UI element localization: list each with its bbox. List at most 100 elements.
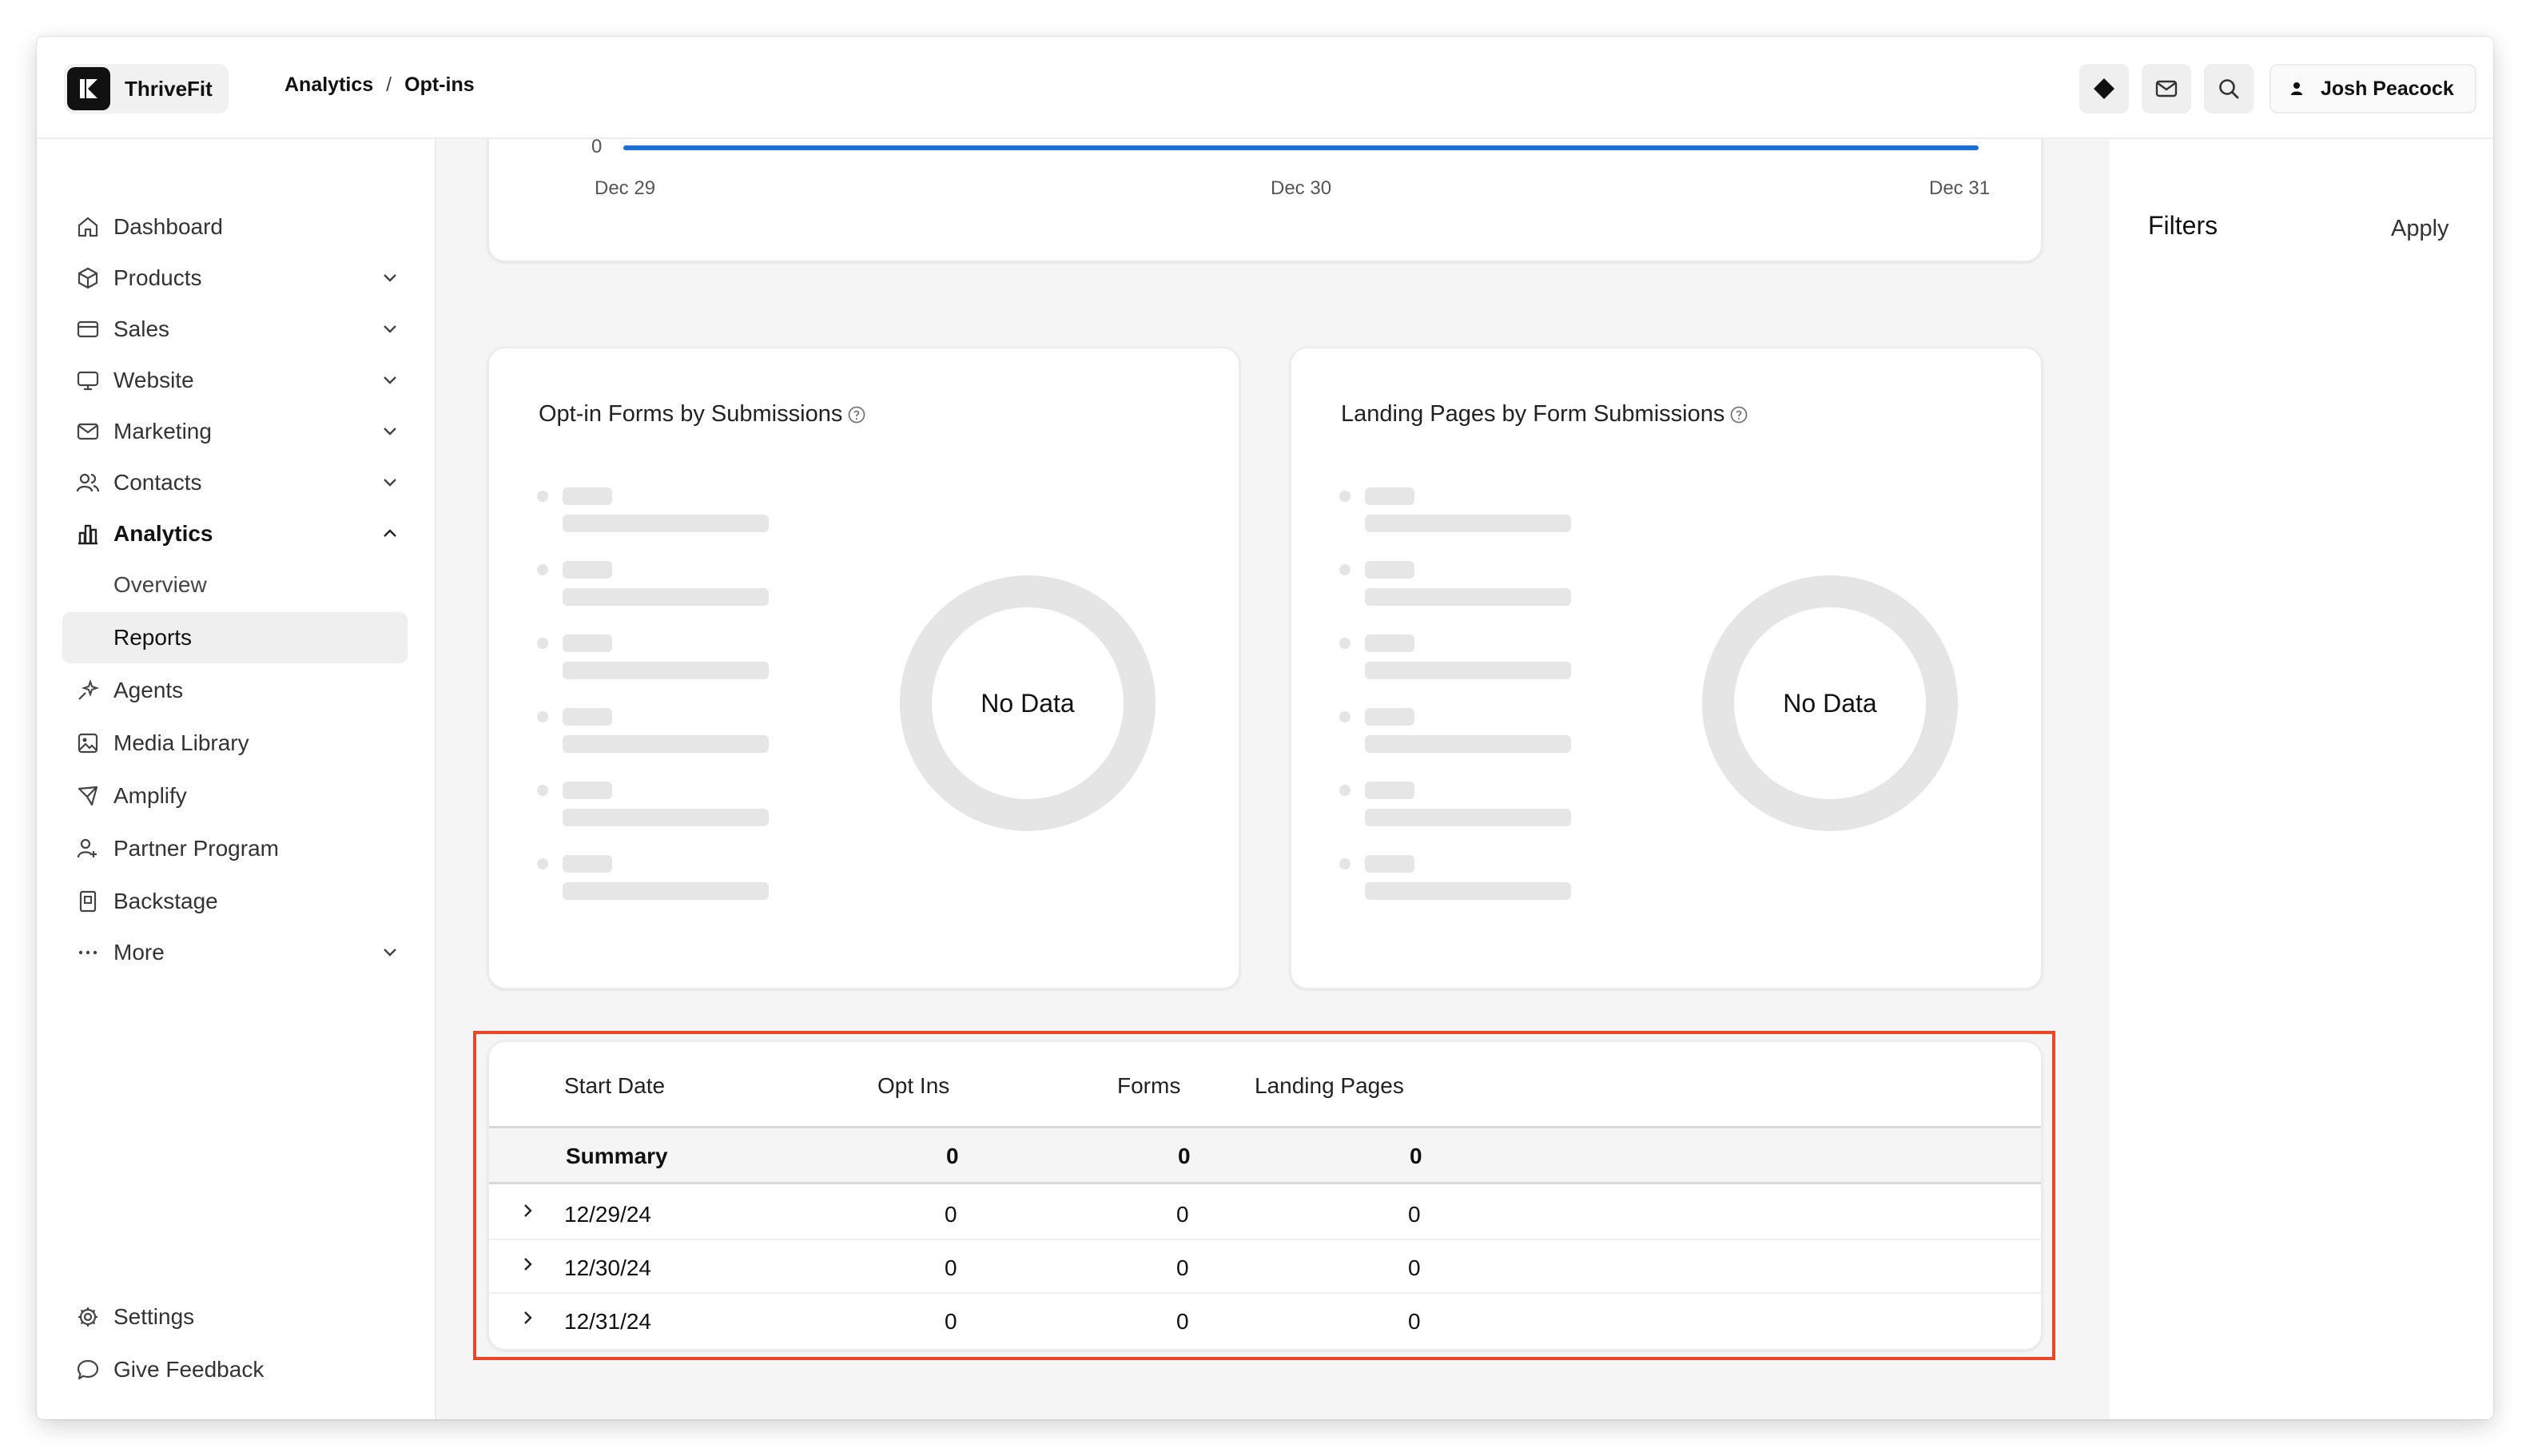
- sidebar-item-amplify[interactable]: Amplify: [62, 770, 408, 821]
- column-header-landing-pages[interactable]: Landing Pages: [1255, 1072, 1404, 1100]
- sidebar-item-label: Dashboard: [113, 214, 223, 239]
- row-start-date: 12/29/24: [564, 1202, 651, 1227]
- chevron-down-icon: [384, 479, 396, 487]
- sidebar-item-label: Website: [113, 368, 194, 392]
- breadcrumb-section[interactable]: Analytics: [284, 74, 373, 97]
- summary-opt-ins: 0: [946, 1144, 959, 1168]
- card-title: Landing Pages by Form Submissions: [1341, 401, 1748, 428]
- sidebar-item-sales[interactable]: Sales: [62, 304, 408, 355]
- user-plus-icon: [74, 834, 102, 863]
- sidebar-item-label: Contacts: [113, 470, 202, 495]
- sidebar-item-marketing[interactable]: Marketing: [62, 406, 408, 457]
- table-row[interactable]: 12/29/24 0 0 0: [489, 1187, 2041, 1240]
- user-menu-button[interactable]: Josh Peacock: [2269, 64, 2476, 113]
- chevron-right-icon[interactable]: [518, 1201, 537, 1220]
- card-title-text: Landing Pages by Form Submissions: [1341, 401, 1725, 427]
- table-summary-row: Summary 0 0 0: [489, 1128, 2041, 1184]
- opt-ins-line-chart: 0 Dec 29 Dec 30 Dec 31: [487, 139, 2043, 262]
- sidebar-item-more[interactable]: More: [62, 927, 408, 978]
- brand-switcher[interactable]: ThriveFit: [64, 64, 229, 113]
- card-title: Opt-in Forms by Submissions: [539, 401, 866, 428]
- chevron-down-icon: [384, 274, 396, 282]
- users-icon: [74, 468, 102, 497]
- apply-filters-button[interactable]: Apply: [2391, 216, 2449, 242]
- chevron-right-icon[interactable]: [518, 1308, 537, 1327]
- row-landing-pages: 0: [1408, 1255, 1421, 1280]
- inbox-button[interactable]: [2142, 64, 2191, 113]
- sidebar-item-contacts[interactable]: Contacts: [62, 457, 408, 508]
- sidebar-item-give-feedback[interactable]: Give Feedback: [62, 1344, 408, 1395]
- sidebar-item-label: Amplify: [113, 783, 187, 808]
- chevron-up-icon: [384, 529, 396, 537]
- table-row[interactable]: 12/31/24 0 0 0: [489, 1294, 2041, 1347]
- monitor-icon: [74, 366, 102, 395]
- column-header-forms[interactable]: Forms: [1117, 1072, 1180, 1100]
- sidebar-item-settings[interactable]: Settings: [62, 1291, 408, 1343]
- chevron-down-icon: [384, 325, 396, 333]
- row-forms: 0: [1176, 1255, 1189, 1280]
- table-row[interactable]: 12/30/24 0 0 0: [489, 1240, 2041, 1294]
- sparkle-icon: [74, 676, 102, 705]
- y-axis-tick-label: 0: [591, 139, 603, 157]
- chevron-right-icon[interactable]: [518, 1255, 537, 1274]
- sidebar-item-label: Backstage: [113, 889, 218, 913]
- sidebar-item-analytics[interactable]: Analytics: [62, 508, 408, 559]
- chart-series-line: [623, 145, 1979, 150]
- help-icon[interactable]: [1729, 405, 1748, 424]
- row-opt-ins: 0: [945, 1202, 957, 1227]
- upgrade-button[interactable]: [2079, 64, 2129, 113]
- app-window: ThriveFit Analytics / Opt-ins Josh Peaco…: [37, 37, 2493, 1419]
- diamond-icon: [2094, 78, 2114, 99]
- sidebar-item-label: Products: [113, 265, 202, 290]
- opt-in-forms-card: Opt-in Forms by Submissions No Data: [487, 347, 1240, 989]
- chevron-down-icon: [384, 376, 396, 384]
- bar-chart-icon: [74, 519, 102, 548]
- sidebar-item-partner-program[interactable]: Partner Program: [62, 823, 408, 874]
- sidebar-item-label: Agents: [113, 678, 184, 702]
- sidebar-subitem-reports[interactable]: Reports: [62, 612, 408, 663]
- chevron-down-icon: [384, 428, 396, 436]
- chevron-down-icon: [384, 949, 396, 957]
- landing-pages-card: Landing Pages by Form Submissions No Dat…: [1290, 347, 2043, 989]
- sidebar-item-label: Give Feedback: [113, 1357, 265, 1382]
- sidebar-item-label: Sales: [113, 316, 170, 341]
- column-header-opt-ins[interactable]: Opt Ins: [877, 1072, 949, 1100]
- send-icon: [74, 782, 102, 810]
- sidebar-item-backstage[interactable]: Backstage: [62, 876, 408, 927]
- donut-empty-label: No Data: [981, 688, 1075, 718]
- home-icon: [74, 213, 102, 241]
- filters-title: Filters: [2148, 211, 2218, 240]
- table-header-row: Start Date Opt Ins Forms Landing Pages: [489, 1042, 2041, 1128]
- breadcrumb-separator: /: [386, 74, 392, 96]
- filters-panel: Filters Apply: [2110, 139, 2493, 1419]
- donut-chart: No Data: [1702, 575, 1958, 831]
- sidebar-item-products[interactable]: Products: [62, 253, 408, 304]
- box-icon: [74, 264, 102, 292]
- x-axis-tick-label: Dec 29: [595, 177, 656, 199]
- gear-icon: [74, 1303, 102, 1331]
- sidebar-item-agents[interactable]: Agents: [62, 665, 408, 716]
- brand-name: ThriveFit: [125, 76, 213, 101]
- x-axis-tick-label: Dec 31: [1929, 177, 1991, 199]
- more-dots-icon: [74, 938, 102, 967]
- sidebar-item-media-library[interactable]: Media Library: [62, 718, 408, 769]
- x-axis-tick-label: Dec 30: [1271, 177, 1332, 199]
- search-button[interactable]: [2204, 64, 2254, 113]
- badge-icon: [74, 887, 102, 916]
- column-header-start-date[interactable]: Start Date: [564, 1072, 665, 1100]
- help-icon[interactable]: [847, 405, 866, 424]
- row-opt-ins: 0: [945, 1255, 957, 1280]
- row-forms: 0: [1176, 1202, 1189, 1227]
- row-forms: 0: [1176, 1309, 1189, 1334]
- sidebar-item-label: Marketing: [113, 419, 212, 444]
- opt-ins-table: Start Date Opt Ins Forms Landing Pages S…: [487, 1040, 2043, 1351]
- summary-forms: 0: [1178, 1144, 1191, 1168]
- row-start-date: 12/31/24: [564, 1309, 651, 1334]
- sidebar-item-website[interactable]: Website: [62, 355, 408, 406]
- sidebar-item-label: Settings: [113, 1304, 195, 1329]
- brand-logo-icon: [67, 67, 110, 110]
- sidebar-item-dashboard[interactable]: Dashboard: [62, 201, 408, 253]
- user-icon: [2287, 79, 2306, 98]
- card-title-text: Opt-in Forms by Submissions: [539, 401, 843, 427]
- sidebar-subitem-overview[interactable]: Overview: [62, 559, 408, 611]
